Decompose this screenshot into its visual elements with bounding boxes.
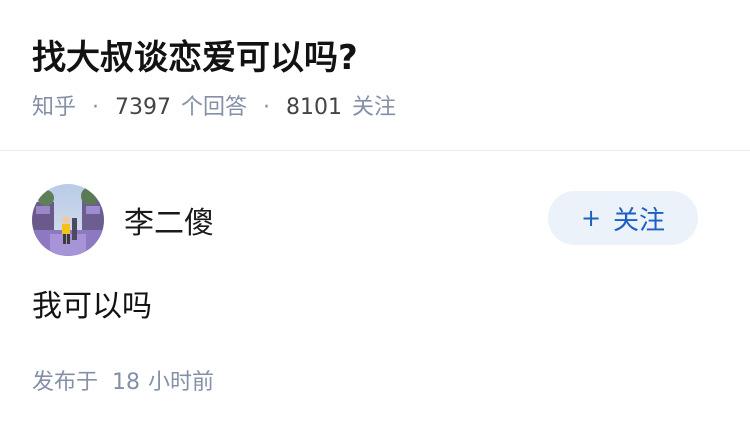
avatar[interactable] xyxy=(32,184,104,256)
follower-count-label[interactable]: 关注 xyxy=(352,92,396,124)
site-label[interactable]: 知乎 xyxy=(32,92,76,124)
meta-separator: · xyxy=(263,95,271,120)
plus-icon: + xyxy=(580,204,602,232)
divider xyxy=(0,150,750,151)
question-title[interactable]: 找大叔谈恋爱可以吗? xyxy=(32,34,718,82)
answer-count-label[interactable]: 个回答 xyxy=(181,92,247,124)
author-row: 李二傻 + 关注 xyxy=(32,184,698,256)
answer-time: 发布于 18 小时前 xyxy=(32,368,698,398)
avatar-photo-icon xyxy=(32,184,104,256)
published-num: 18 xyxy=(112,370,141,395)
meta-separator: · xyxy=(92,95,100,120)
answer-content[interactable]: 我可以吗 xyxy=(32,286,698,328)
published-unit: 小时前 xyxy=(148,370,215,395)
author-name[interactable]: 李二傻 xyxy=(124,198,548,242)
question-meta: 知乎 · 7397 个回答 · 8101 关注 xyxy=(32,92,718,124)
answer-count: 7397 xyxy=(115,95,172,120)
follow-label: 关注 xyxy=(613,205,666,236)
answer-card: 李二傻 + 关注 我可以吗 发布于 18 小时前 xyxy=(32,184,698,398)
follow-button[interactable]: + 关注 xyxy=(548,191,698,245)
follower-count: 8101 xyxy=(286,95,343,120)
question-header: 找大叔谈恋爱可以吗? 知乎 · 7397 个回答 · 8101 关注 xyxy=(32,34,718,124)
published-prefix: 发布于 xyxy=(32,370,99,395)
